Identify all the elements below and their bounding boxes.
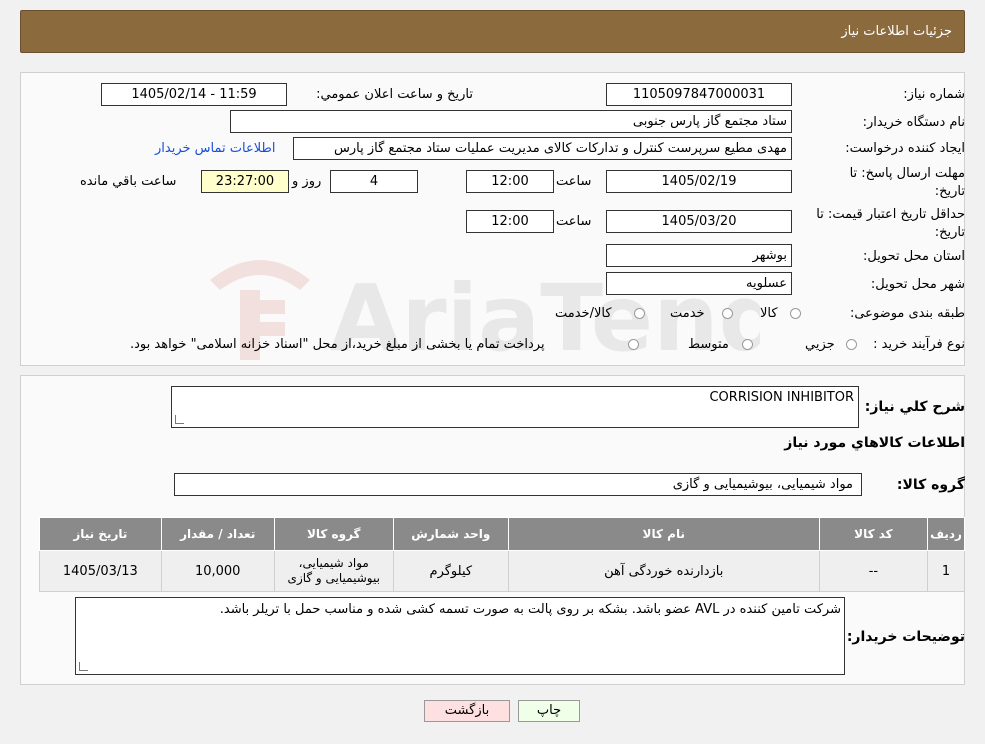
need-number-label: شماره نیاز: (903, 87, 965, 102)
category-radio-goods[interactable] (790, 308, 801, 319)
category-radio-service[interactable] (722, 308, 733, 319)
category-option-goods-service: کالا/خدمت (555, 306, 612, 321)
category-radio-goods-service[interactable] (634, 308, 645, 319)
page-title: جزئیات اطلاعات نیاز (841, 24, 952, 39)
summary-label: شرح كلي نياز: (864, 399, 965, 415)
buyer-notes-text: شرکت تامین کننده در AVL عضو باشد. بشکه ب… (219, 602, 841, 617)
row-group: مواد شیمیایی، بیوشیمیایی و گازی (273, 550, 394, 592)
process-radio-medium[interactable] (742, 339, 753, 350)
buyer-notes-label: توضيحات خريدار: (846, 629, 965, 645)
resize-grip-icon[interactable] (175, 415, 184, 424)
city-label: شهر محل تحويل: (870, 277, 965, 292)
row-code: -- (818, 550, 929, 592)
validity-date-field: 1405/03/20 (606, 210, 792, 233)
city-field: عسلویه (606, 272, 792, 295)
deadline-date-field: 1405/02/19 (606, 170, 792, 193)
row-name: بازدارنده خوردگی آهن (507, 550, 820, 592)
process-note: پرداخت تمام یا بخشی از مبلغ خرید،از محل … (130, 337, 545, 352)
goods-group-label: گروه کالا: (896, 477, 965, 493)
process-radio-treasury[interactable] (628, 339, 639, 350)
remaining-label: ساعت باقي مانده (80, 174, 177, 189)
days-field: 4 (330, 170, 418, 193)
remaining-time-field: 23:27:00 (201, 170, 289, 193)
deadline-time-label: ساعت (556, 174, 592, 189)
creator-field: مهدی مطیع سرپرست کنترل و تدارکات کالای م… (293, 137, 792, 160)
validity-label: حداقل تاريخ اعتبار قيمت: تا تاریخ: (816, 207, 965, 240)
print-button[interactable]: چاپ (518, 700, 580, 722)
row-date: 1405/03/13 (39, 550, 162, 592)
category-option-service: خدمت (670, 306, 705, 321)
col-unit: واحد شمارش (392, 517, 509, 551)
col-code: کد کالا (818, 517, 929, 551)
creator-label: ايجاد کننده درخواست: (845, 141, 965, 156)
process-radio-minor[interactable] (846, 339, 857, 350)
buyer-notes-field: شرکت تامین کننده در AVL عضو باشد. بشکه ب… (75, 597, 845, 675)
buyer-org-field: ستاد مجتمع گاز پارس جنوبی (230, 110, 792, 133)
goods-info-title: اطلاعات کالاهاي مورد نياز (784, 435, 965, 451)
process-option-minor: جزيي (805, 337, 835, 352)
deadline-label: مهلت ارسال پاسخ: تا تاریخ: (849, 166, 965, 199)
process-option-medium: متوسط (688, 337, 729, 352)
validity-time-label: ساعت (556, 214, 592, 229)
province-label: استان محل تحويل: (863, 249, 965, 264)
summary-field: CORRISION INHIBITOR (171, 386, 859, 428)
resize-grip-icon[interactable] (79, 662, 88, 671)
province-field: بوشهر (606, 244, 792, 267)
col-group: گروه کالا (273, 517, 394, 551)
page-header: جزئیات اطلاعات نیاز (20, 10, 965, 53)
validity-time-field: 12:00 (466, 210, 554, 233)
process-label: نوع فرآيند خريد : (873, 337, 965, 352)
col-index: رديف (927, 517, 965, 551)
category-label: طبقه بندی موضوعی: (849, 306, 965, 321)
goods-group-field: مواد شیمیایی، بیوشیمیایی و گازی (174, 473, 862, 496)
table-header-row: رديف کد کالا نام کالا واحد شمارش گروه کا… (39, 517, 965, 551)
summary-text: CORRISION INHIBITOR (709, 390, 854, 405)
col-date: تاريخ نياز (39, 517, 162, 551)
goods-table: رديف کد کالا نام کالا واحد شمارش گروه کا… (39, 517, 965, 592)
buyer-contact-link[interactable]: اطلاعات تماس خریدار (155, 141, 275, 156)
category-option-goods: کالا (760, 306, 778, 321)
row-qty: 10,000 (160, 550, 275, 592)
table-row[interactable]: 1 -- بازدارنده خوردگی آهن کیلوگرم مواد ش… (39, 550, 965, 592)
col-qty: تعداد / مقدار (160, 517, 275, 551)
row-unit: کیلوگرم (392, 550, 509, 592)
deadline-time-field: 12:00 (466, 170, 554, 193)
announce-field: 1405/02/14 - 11:59 (101, 83, 287, 106)
need-number-field: 1105097847000031 (606, 83, 792, 106)
days-label: روز و (292, 174, 322, 189)
announce-label: تاريخ و ساعت اعلان عمومي: (316, 87, 473, 102)
row-index: 1 (927, 550, 965, 592)
col-name: نام کالا (507, 517, 820, 551)
buyer-org-label: نام دستگاه خريدار: (862, 115, 965, 130)
back-button[interactable]: بازگشت (424, 700, 510, 722)
